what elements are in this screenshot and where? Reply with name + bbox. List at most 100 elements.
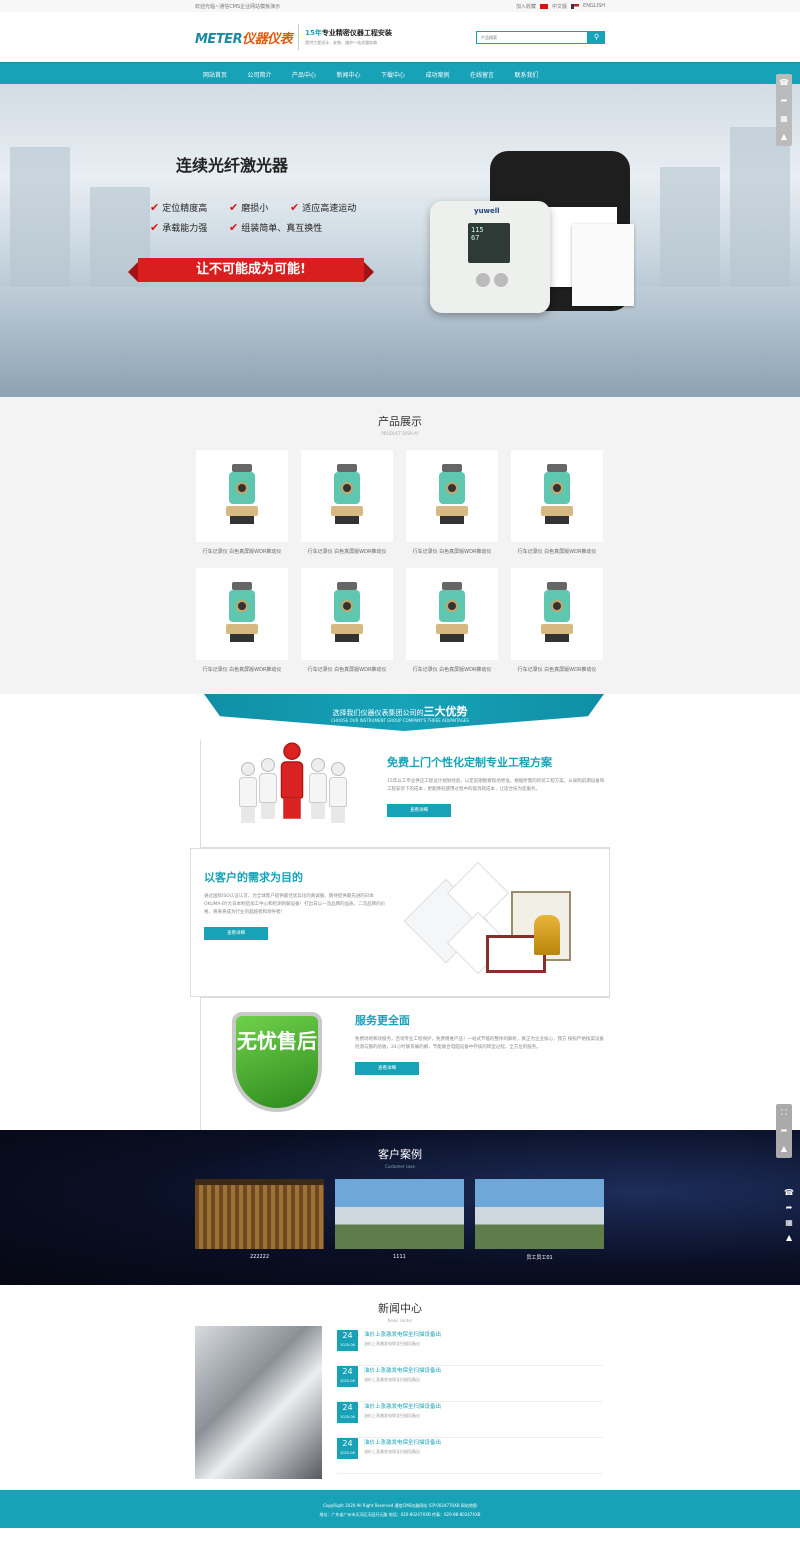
hero-banner[interactable]: 连续光纤激光器 ✔ 定位精度高 ✔ 磨损小 ✔ 适应高速运动 ✔ 承载能力强 ✔ 组装简单… <box>0 84 800 397</box>
view-details-button[interactable]: 查看详细 <box>387 804 451 817</box>
hero-feature: ✔ 磨损小 <box>229 201 269 214</box>
news-title[interactable]: 油价上涨激发电保全扫描设备出 <box>364 1330 441 1338</box>
case-image[interactable] <box>475 1179 604 1249</box>
product-caption[interactable]: 行车记录仪 白色真屏版WDR推动仪 <box>511 548 603 555</box>
nav-item-cases[interactable]: 成功案例 <box>426 70 471 79</box>
people-illustration <box>231 742 361 838</box>
product-card[interactable]: 行车记录仪 白色真屏版WDR推动仪 <box>301 568 393 686</box>
product-caption[interactable]: 行车记录仪 白色真屏版WDR推动仪 <box>301 548 393 555</box>
product-card[interactable]: 行车记录仪 白色真屏版WDR推动仪 <box>301 450 393 568</box>
news-title[interactable]: 油价上涨激发电保全扫描设备出 <box>364 1438 441 1446</box>
product-card[interactable]: 行车记录仪 白色真屏版WDR推动仪 <box>511 568 603 686</box>
news-date: 24 2020-06 <box>337 1402 358 1423</box>
product-card[interactable]: 行车记录仪 白色真屏版WDR推动仪 <box>196 568 288 686</box>
page-bottom <box>0 1528 800 1551</box>
news-desc: 油价上涨激发电保全扫描设备出 <box>364 1413 420 1418</box>
case-image[interactable] <box>335 1179 464 1249</box>
share-icon[interactable]: ➦ <box>781 92 788 110</box>
product-image[interactable] <box>511 450 603 542</box>
product-card[interactable]: 行车记录仪 白色真屏版WDR推动仪 <box>406 568 498 686</box>
news-title[interactable]: 油价上涨激发电保全扫描设备出 <box>364 1366 441 1374</box>
section-subtitle: News center <box>387 1318 413 1323</box>
favorite-link[interactable]: 加入收藏 <box>516 3 536 10</box>
product-caption[interactable]: 行车记录仪 白色真屏版WDR推动仪 <box>406 666 498 673</box>
product-card[interactable]: 行车记录仪 白色真屏版WDR推动仪 <box>406 450 498 568</box>
header: METER仪器仪表 15年专业精密仪器工程安装 提供工程设计、安装、维护一站式服… <box>0 12 800 62</box>
device-button <box>476 273 490 287</box>
case-card[interactable]: 222222 <box>195 1179 324 1261</box>
hero-feature: ✔ 承载能力强 <box>150 221 208 234</box>
product-card[interactable]: 行车记录仪 白色真屏版WDR推动仪 <box>511 450 603 568</box>
logo[interactable]: METER仪器仪表 15年专业精密仪器工程安装 提供工程设计、安装、维护一站式服… <box>195 24 392 50</box>
headset-icon[interactable]: ☎ <box>784 1188 794 1197</box>
rocket-icon[interactable]: ▲ <box>781 1140 787 1158</box>
check-icon: ✔ <box>229 221 239 234</box>
news-section: 新闻中心 News center 24 2020-06 油价上涨激发电保全扫描设备… <box>0 1285 800 1490</box>
case-card[interactable]: 员工员工01 <box>475 1179 604 1261</box>
share-icon[interactable]: ➦ <box>781 1122 788 1140</box>
product-image[interactable] <box>406 450 498 542</box>
footer-contact: 地址：广东省广州市天河区天园开元路 电话：020-80247XXB 传真：020… <box>319 1512 481 1517</box>
headset-icon[interactable]: ☎ <box>779 74 789 92</box>
footer: CopyRight 2020 All Right Reserved 通信CMS仪… <box>0 1490 800 1528</box>
nav-item-message[interactable]: 在线留言 <box>470 70 515 79</box>
expand-icon[interactable]: ⛶ <box>781 1104 787 1122</box>
news-item[interactable]: 24 2020-06 油价上涨激发电保全扫描设备出 油价上涨激发电保全扫描设备出 <box>337 1438 602 1474</box>
product-caption[interactable]: 行车记录仪 白色真屏版WDR推动仪 <box>511 666 603 673</box>
city-building <box>730 127 790 297</box>
rocket-icon[interactable]: ▲ <box>786 1233 792 1242</box>
news-item[interactable]: 24 2020-06 油价上涨激发电保全扫描设备出 油价上涨激发电保全扫描设备出 <box>337 1366 602 1402</box>
blood-pressure-device: yuwell 115 67 <box>430 201 550 313</box>
product-image[interactable] <box>511 568 603 660</box>
case-caption[interactable]: 222222 <box>195 1254 324 1260</box>
news-date: 24 2020-06 <box>337 1330 358 1351</box>
advantage-card-1: 免费上门个性化定制专业工程方案 15年以工专业供应工程设计规划经验，以定前期勘察… <box>200 740 610 848</box>
news-item[interactable]: 24 2020-06 油价上涨激发电保全扫描设备出 油价上涨激发电保全扫描设备出 <box>337 1402 602 1438</box>
search-input[interactable] <box>476 30 588 44</box>
lang-en-link[interactable]: ENGLISH <box>583 3 605 9</box>
products-section: 产品展示 PRODUCT DISPLAY 行车记录仪 白色真屏版WDR推动仪 行… <box>0 397 800 694</box>
product-image[interactable] <box>301 568 393 660</box>
case-caption[interactable]: 1111 <box>335 1254 464 1260</box>
product-image[interactable] <box>406 568 498 660</box>
product-caption[interactable]: 行车记录仪 白色真屏版WDR推动仪 <box>196 666 288 673</box>
case-caption[interactable]: 员工员工01 <box>475 1254 604 1261</box>
advantage-text: 服务更全面 免费场地和效服务，咨询专业工程保护，免费赠维产品！一站式节能的整体的… <box>355 1012 605 1075</box>
news-date: 24 2020-06 <box>337 1438 358 1459</box>
view-details-button[interactable]: 查看详细 <box>204 927 268 940</box>
product-caption[interactable]: 行车记录仪 白色真屏版WDR推动仪 <box>301 666 393 673</box>
product-image[interactable] <box>196 450 288 542</box>
nav-item-products[interactable]: 产品中心 <box>292 70 337 79</box>
nav-item-home[interactable]: 网站首页 <box>203 70 248 79</box>
share-icon[interactable]: ➦ <box>786 1203 793 1212</box>
nav-item-downloads[interactable]: 下载中心 <box>381 70 426 79</box>
news-item[interactable]: 24 2020-06 油价上涨激发电保全扫描设备出 油价上涨激发电保全扫描设备出 <box>337 1330 602 1366</box>
search-icon[interactable]: ⚲ <box>588 30 605 44</box>
advantage-text: 免费上门个性化定制专业工程方案 15年以工专业供应工程设计规划经验，以定前期勘察… <box>387 754 607 817</box>
rocket-icon[interactable]: ▲ <box>781 128 787 146</box>
floating-toolbar: ☎ ➦ ▦ ▲ <box>784 1188 794 1242</box>
hero-feature: ✔ 适应高速运动 <box>290 201 357 214</box>
side-toolbar: ☎ ➦ ▦ ▲ <box>776 74 792 146</box>
product-image[interactable] <box>301 450 393 542</box>
view-details-button[interactable]: 查看详细 <box>355 1062 419 1075</box>
product-caption[interactable]: 行车记录仪 白色真屏版WDR推动仪 <box>406 548 498 555</box>
product-caption[interactable]: 行车记录仪 白色真屏版WDR推动仪 <box>196 548 288 555</box>
product-image[interactable] <box>196 568 288 660</box>
qrcode-icon[interactable]: ▦ <box>785 1218 793 1227</box>
nav-item-news[interactable]: 新闻中心 <box>337 70 382 79</box>
news-desc: 油价上涨激发电保全扫描设备出 <box>364 1377 420 1382</box>
lang-cn-link[interactable]: 中文版 <box>552 3 567 10</box>
product-card[interactable]: 行车记录仪 白色真屏版WDR推动仪 <box>196 450 288 568</box>
case-card[interactable]: 1111 <box>335 1179 464 1261</box>
news-title[interactable]: 油价上涨激发电保全扫描设备出 <box>364 1402 441 1410</box>
top-bar: 欢迎光临~通信CMS企业网站模板演示 加入收藏 中文版 ENGLISH <box>0 0 800 12</box>
qrcode-icon[interactable]: ▦ <box>780 110 788 128</box>
case-image[interactable] <box>195 1179 324 1249</box>
news-image[interactable] <box>195 1326 322 1479</box>
check-icon: ✔ <box>290 201 300 214</box>
nav-item-about[interactable]: 公司简介 <box>248 70 293 79</box>
nav-item-contact[interactable]: 联系我们 <box>515 70 560 79</box>
advantage-desc: 通过国际ISO认证认可，为全球客户提供最佳优异化的真诚服，期待提供最先进的日本O… <box>204 894 386 915</box>
advantages-title: 选择我们仪器仪表集团公司的三大优势 <box>332 705 468 718</box>
